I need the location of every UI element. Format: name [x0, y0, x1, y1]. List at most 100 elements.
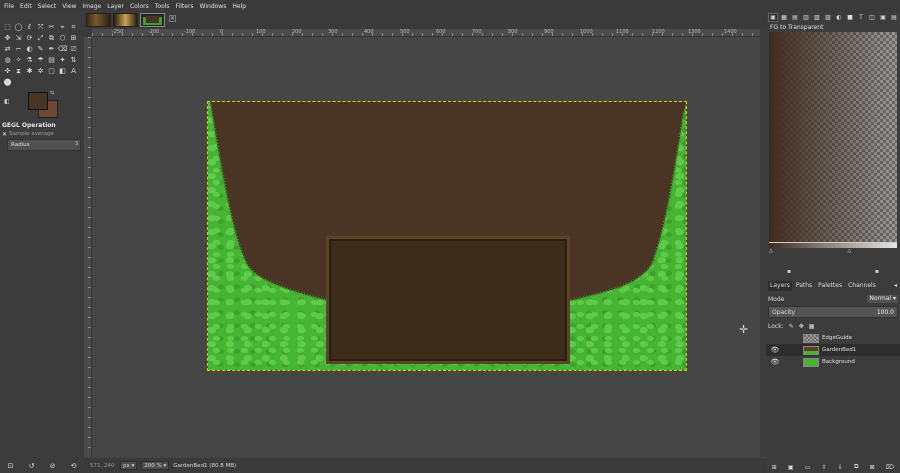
- delete-options-icon[interactable]: ⊘: [50, 462, 56, 470]
- tool-icon[interactable]: ⌗: [68, 22, 79, 33]
- opacity-value[interactable]: 100.0: [877, 309, 894, 316]
- sample-average-checkbox[interactable]: ✕: [2, 131, 7, 138]
- tool-icon[interactable]: ✲: [35, 66, 46, 77]
- tool-icon[interactable]: ◯: [13, 22, 24, 33]
- menu-help[interactable]: Help: [232, 3, 246, 10]
- dock-tab-icon[interactable]: ▥: [801, 13, 811, 22]
- dock-tab-icon[interactable]: ◫: [867, 13, 877, 22]
- tool-icon[interactable]: ⧉: [46, 33, 57, 44]
- restore-options-icon[interactable]: ↺: [29, 462, 35, 470]
- ruler-corner[interactable]: [84, 29, 92, 37]
- menu-windows[interactable]: Windows: [200, 3, 227, 10]
- dock-tab-icon[interactable]: ▤: [790, 13, 800, 22]
- layer-action-icon[interactable]: ⊠: [870, 464, 875, 471]
- close-tab-icon[interactable]: ×: [169, 15, 176, 22]
- layer-row-gardenbed1[interactable]: 👁 GardenBed1: [766, 344, 900, 356]
- menu-filters[interactable]: Filters: [176, 3, 194, 10]
- canvas-area[interactable]: ✛: [92, 37, 760, 457]
- layer-action-icon[interactable]: ⧉: [854, 463, 858, 471]
- save-options-icon[interactable]: ⊡: [8, 462, 14, 470]
- tab-paths[interactable]: Paths: [794, 281, 814, 291]
- tool-icon[interactable]: ⚗: [24, 55, 35, 66]
- visibility-eye-icon[interactable]: 👁: [770, 346, 780, 354]
- layer-row-edgeguide[interactable]: EdgeGuide: [766, 332, 900, 344]
- tool-icon[interactable]: ✧: [13, 55, 24, 66]
- image-canvas[interactable]: [207, 101, 687, 371]
- tool-icon[interactable]: ⤧: [35, 22, 46, 33]
- sample-average-row[interactable]: ✕ Sample average: [2, 130, 82, 138]
- dock-tab-icon[interactable]: ■: [845, 13, 855, 22]
- swap-colors-icon[interactable]: ⇆: [50, 90, 54, 96]
- tool-icon[interactable]: ✜: [2, 66, 13, 77]
- visibility-eye-icon[interactable]: 👁: [770, 358, 780, 366]
- tool-icon[interactable]: ⊞: [68, 33, 79, 44]
- tool-icon[interactable]: ◧: [57, 66, 68, 77]
- dock-tab-icon[interactable]: ▤: [889, 13, 899, 22]
- tool-icon[interactable]: ⤢: [35, 33, 46, 44]
- menu-layer[interactable]: Layer: [107, 3, 124, 10]
- tool-icon[interactable]: ⟳: [24, 33, 35, 44]
- tool-icon[interactable]: ◐: [24, 44, 35, 55]
- lock-alpha-icon[interactable]: ▦: [809, 323, 815, 330]
- layer-action-icon[interactable]: ⇩: [838, 464, 843, 471]
- gradient-stops[interactable]: △ △: [769, 248, 897, 254]
- tool-icon[interactable]: ⎚: [68, 44, 79, 55]
- horizontal-ruler[interactable]: -250 -200 -100 0 100 200 300 400 500 600 700 800 900…: [92, 29, 773, 37]
- lock-position-icon[interactable]: ✥: [799, 323, 804, 330]
- tool-icon[interactable]: ⌫: [57, 44, 68, 55]
- radius-value[interactable]: 3: [75, 141, 78, 147]
- radius-field[interactable]: Radius 3: [7, 139, 81, 151]
- tool-icon[interactable]: ☂: [35, 55, 46, 66]
- menu-image[interactable]: Image: [82, 3, 101, 10]
- dock-tab-icon[interactable]: ▦: [779, 13, 789, 22]
- tool-icon[interactable]: ✂: [46, 22, 57, 33]
- tool-icon[interactable]: ✒: [46, 44, 57, 55]
- foreground-color-swatch[interactable]: [28, 92, 48, 110]
- tool-icon[interactable]: ⬤: [2, 77, 13, 88]
- tab-channels[interactable]: Channels: [846, 281, 878, 291]
- tool-icon[interactable]: ⬚: [2, 22, 13, 33]
- tool-icon[interactable]: ⇄: [2, 44, 13, 55]
- dock-tab-icon[interactable]: T: [856, 13, 866, 22]
- opacity-field[interactable]: Opacity 100.0: [768, 306, 898, 318]
- tool-icon[interactable]: ⬡: [57, 33, 68, 44]
- tab-layers[interactable]: Layers: [768, 281, 792, 291]
- dock-tab-icon[interactable]: ▨: [823, 13, 833, 22]
- tab-menu-icon[interactable]: ◂: [892, 281, 900, 291]
- reset-options-icon[interactable]: ⟲: [71, 462, 77, 470]
- tool-icon[interactable]: ✎: [35, 44, 46, 55]
- layer-action-icon[interactable]: ⇧: [822, 464, 827, 471]
- mode-select[interactable]: Normal ▾: [867, 295, 898, 303]
- tab-palettes[interactable]: Palettes: [816, 281, 844, 291]
- tool-icon[interactable]: ⧗: [13, 66, 24, 77]
- vertical-ruler[interactable]: [84, 37, 92, 457]
- dock-tab-icon[interactable]: ▣: [878, 13, 888, 22]
- tool-icon[interactable]: ✥: [2, 33, 13, 44]
- tool-icon[interactable]: ✱: [24, 66, 35, 77]
- tool-icon[interactable]: ⇅: [68, 55, 79, 66]
- dock-tab-icon[interactable]: ◐: [834, 13, 844, 22]
- default-colors-icon[interactable]: ◧: [4, 98, 10, 105]
- layer-action-icon[interactable]: ⌦: [886, 464, 894, 471]
- tool-icon[interactable]: ✦: [57, 55, 68, 66]
- layer-action-icon[interactable]: ▣: [788, 464, 794, 471]
- layer-action-icon[interactable]: ▭: [805, 464, 811, 471]
- gradient-reverse-icon[interactable]: ▪: [875, 268, 879, 276]
- menu-select[interactable]: Select: [38, 3, 57, 10]
- image-tab-2[interactable]: [113, 13, 138, 27]
- menu-tools[interactable]: Tools: [155, 3, 170, 10]
- tool-icon[interactable]: A: [68, 66, 79, 77]
- unit-select[interactable]: px ▾: [120, 461, 138, 470]
- layer-row-background[interactable]: 👁 Background: [766, 356, 900, 368]
- tool-icon[interactable]: ⌖: [57, 22, 68, 33]
- menu-file[interactable]: File: [4, 3, 14, 10]
- menu-view[interactable]: View: [62, 3, 76, 10]
- lock-pixels-icon[interactable]: ✎: [789, 323, 794, 330]
- dock-tab-icon[interactable]: ▧: [812, 13, 822, 22]
- tool-icon[interactable]: ℓ: [24, 22, 35, 33]
- tool-icon[interactable]: ◍: [2, 55, 13, 66]
- gradient-preview[interactable]: [769, 32, 897, 242]
- image-tab-1[interactable]: [86, 13, 111, 27]
- layer-action-icon[interactable]: ⊞: [772, 464, 777, 471]
- tool-icon[interactable]: ▢: [46, 66, 57, 77]
